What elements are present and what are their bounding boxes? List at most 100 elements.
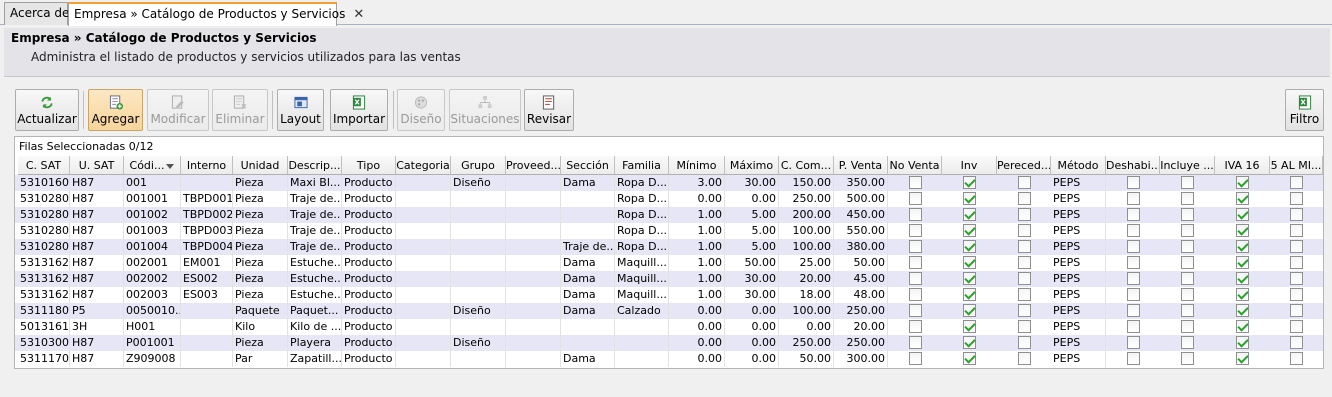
checkbox-alm[interactable] <box>1290 208 1303 221</box>
checkbox-perecedero[interactable] <box>1018 192 1031 205</box>
column-header-noventa[interactable]: No Venta <box>888 156 942 175</box>
checkbox-iva16[interactable] <box>1236 224 1249 237</box>
checkbox-alm[interactable] <box>1290 240 1303 253</box>
sort-descending-icon[interactable] <box>166 163 175 169</box>
checkbox-noventa[interactable] <box>909 336 922 349</box>
checkbox-perecedero[interactable] <box>1018 288 1031 301</box>
checkbox-noventa[interactable] <box>909 176 922 189</box>
checkbox-perecedero[interactable] <box>1018 352 1031 365</box>
column-header-inv[interactable]: Inv <box>942 156 997 175</box>
actualizar-button[interactable]: Actualizar <box>15 89 79 131</box>
diseno-button[interactable]: Diseño <box>397 89 445 131</box>
column-header-interno[interactable]: Interno <box>181 156 233 175</box>
checkbox-noventa[interactable] <box>909 288 922 301</box>
checkbox-alm[interactable] <box>1290 352 1303 365</box>
checkbox-inv[interactable] <box>963 336 976 349</box>
filtro-button[interactable]: Filtro <box>1285 89 1324 131</box>
checkbox-iva16[interactable] <box>1236 240 1249 253</box>
column-header-ccompra[interactable]: C. Com... <box>779 156 834 175</box>
column-header-proveedor[interactable]: Proveed... <box>506 156 561 175</box>
table-row[interactable]: 53131629H87002001EM001PiezaEstuche...Pro… <box>15 255 1323 271</box>
checkbox-noventa[interactable] <box>909 256 922 269</box>
column-header-familia[interactable]: Familia <box>615 156 669 175</box>
importar-button[interactable]: Importar <box>330 89 388 131</box>
column-header-unidad[interactable]: Unidad <box>233 156 288 175</box>
checkbox-perecedero[interactable] <box>1018 256 1031 269</box>
checkbox-noventa[interactable] <box>909 192 922 205</box>
column-header-maximo[interactable]: Máximo <box>725 156 779 175</box>
checkbox-incluye[interactable] <box>1181 288 1194 301</box>
checkbox-iva16[interactable] <box>1236 352 1249 365</box>
checkbox-inv[interactable] <box>963 304 976 317</box>
table-row[interactable]: 53102802H87001004TBPD004PiezaTraje de...… <box>15 239 1323 255</box>
checkbox-noventa[interactable] <box>909 272 922 285</box>
checkbox-iva16[interactable] <box>1236 208 1249 221</box>
table-row[interactable]: 53102802H87001003TBPD003PiezaTraje de...… <box>15 223 1323 239</box>
checkbox-perecedero[interactable] <box>1018 176 1031 189</box>
checkbox-incluye[interactable] <box>1181 240 1194 253</box>
checkbox-iva16[interactable] <box>1236 288 1249 301</box>
column-header-seccion[interactable]: Sección <box>561 156 615 175</box>
checkbox-noventa[interactable] <box>909 320 922 333</box>
checkbox-alm[interactable] <box>1290 304 1303 317</box>
checkbox-perecedero[interactable] <box>1018 240 1031 253</box>
column-header-perecedero[interactable]: Pereced... <box>997 156 1051 175</box>
table-row[interactable]: 53101604H87001 PiezaMaxi Bl...Producto Dis… <box>15 175 1323 191</box>
checkbox-deshabilitado[interactable] <box>1127 240 1140 253</box>
checkbox-incluye[interactable] <box>1181 336 1194 349</box>
checkbox-noventa[interactable] <box>909 224 922 237</box>
checkbox-deshabilitado[interactable] <box>1127 224 1140 237</box>
column-header-incluye[interactable]: Incluye ... <box>1160 156 1215 175</box>
checkbox-iva16[interactable] <box>1236 192 1249 205</box>
horizontal-scrollbar[interactable] <box>0 386 1332 397</box>
checkbox-inv[interactable] <box>963 192 976 205</box>
checkbox-alm[interactable] <box>1290 192 1303 205</box>
checkbox-perecedero[interactable] <box>1018 336 1031 349</box>
checkbox-perecedero[interactable] <box>1018 304 1031 317</box>
checkbox-inv[interactable] <box>963 224 976 237</box>
checkbox-alm[interactable] <box>1290 320 1303 333</box>
checkbox-incluye[interactable] <box>1181 352 1194 365</box>
checkbox-alm[interactable] <box>1290 224 1303 237</box>
checkbox-alm[interactable] <box>1290 288 1303 301</box>
checkbox-perecedero[interactable] <box>1018 272 1031 285</box>
checkbox-incluye[interactable] <box>1181 272 1194 285</box>
eliminar-button[interactable]: Eliminar <box>212 89 268 131</box>
checkbox-alm[interactable] <box>1290 272 1303 285</box>
checkbox-inv[interactable] <box>963 256 976 269</box>
checkbox-iva16[interactable] <box>1236 304 1249 317</box>
tab-acerca-de[interactable]: Acerca de <box>4 2 69 25</box>
checkbox-perecedero[interactable] <box>1018 320 1031 333</box>
checkbox-incluye[interactable] <box>1181 208 1194 221</box>
column-header-tipo[interactable]: Tipo <box>342 156 396 175</box>
checkbox-iva16[interactable] <box>1236 272 1249 285</box>
table-row[interactable]: 53102802H87001001TBPD001PiezaTraje de...… <box>15 191 1323 207</box>
checkbox-perecedero[interactable] <box>1018 224 1031 237</box>
layout-button[interactable]: Layout <box>277 89 324 131</box>
agregar-button[interactable]: Agregar <box>88 89 143 131</box>
situaciones-button[interactable]: Situaciones <box>449 89 521 131</box>
table-row[interactable]: 501316123HH001 KiloKilo de ...Producto 0.0… <box>15 319 1323 335</box>
checkbox-deshabilitado[interactable] <box>1127 336 1140 349</box>
checkbox-iva16[interactable] <box>1236 336 1249 349</box>
checkbox-deshabilitado[interactable] <box>1127 304 1140 317</box>
column-header-iva16[interactable]: IVA 16 <box>1215 156 1270 175</box>
table-row[interactable]: 53111802P50050010... PaquetePaquet...Prod… <box>15 303 1323 319</box>
checkbox-incluye[interactable] <box>1181 304 1194 317</box>
checkbox-inv[interactable] <box>963 208 976 221</box>
checkbox-inv[interactable] <box>963 176 976 189</box>
checkbox-incluye[interactable] <box>1181 192 1194 205</box>
checkbox-incluye[interactable] <box>1181 224 1194 237</box>
column-header-minimo[interactable]: Mínimo <box>669 156 725 175</box>
checkbox-noventa[interactable] <box>909 304 922 317</box>
checkbox-incluye[interactable] <box>1181 256 1194 269</box>
column-header-metodo[interactable]: Método <box>1051 156 1106 175</box>
checkbox-perecedero[interactable] <box>1018 208 1031 221</box>
checkbox-iva16[interactable] <box>1236 256 1249 269</box>
table-row[interactable]: 53131629H87002002ES002PiezaEstuche...Pro… <box>15 271 1323 287</box>
checkbox-alm[interactable] <box>1290 176 1303 189</box>
checkbox-deshabilitado[interactable] <box>1127 176 1140 189</box>
checkbox-deshabilitado[interactable] <box>1127 192 1140 205</box>
column-header-csat[interactable]: C. SAT <box>18 156 70 175</box>
checkbox-alm[interactable] <box>1290 256 1303 269</box>
